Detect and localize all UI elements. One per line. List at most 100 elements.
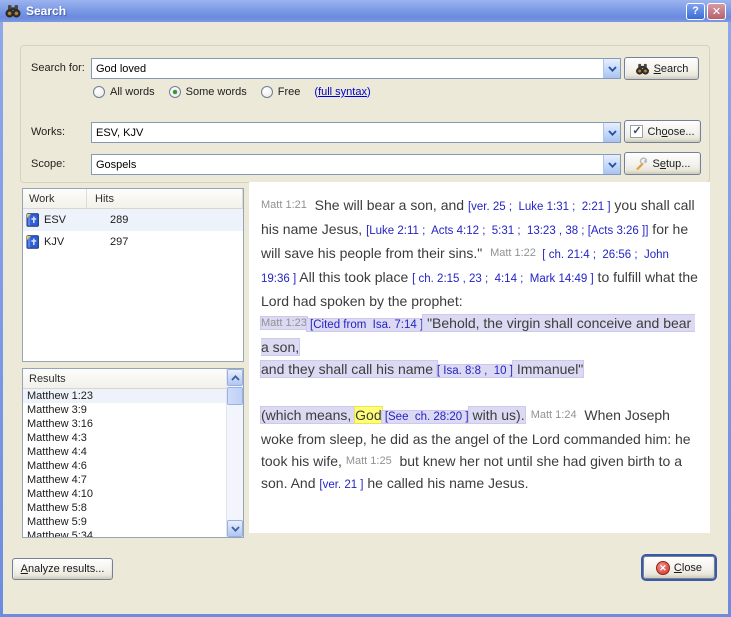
work-hits: 297 [84,236,128,248]
window-close-button[interactable]: ✕ [707,3,726,20]
list-item[interactable]: Matthew 4:3 [23,431,226,445]
search-mode-radios: All words Some words Free (full syntax) [93,86,371,98]
verse-label: Matt 1:22 [490,247,536,259]
table-row[interactable]: KJV297 [23,231,243,253]
hits-column-header: Hits [87,189,243,208]
search-for-label: Search for: [31,62,85,74]
scope-combobox [91,154,621,175]
work-name: ESV [44,214,84,226]
work-name: KJV [44,236,84,248]
scrollbar-thumb[interactable] [227,387,243,405]
list-item[interactable]: Matthew 1:23 [23,389,226,403]
list-item[interactable]: Matthew 4:10 [23,487,226,501]
cross-reference-link[interactable]: [ver. 25 ; Luke 1:31 ; 2:21 ] [468,201,611,213]
close-button-focus-ring: ✕ Close [641,554,717,581]
binoculars-icon [5,4,21,18]
bible-book-icon [26,213,40,227]
close-button[interactable]: ✕ Close [643,556,715,579]
cross-reference-link[interactable]: [ver. 21 ] [319,479,363,491]
results-list: Matthew 1:23Matthew 3:9Matthew 3:16Matth… [23,389,226,537]
works-table-body: ESV289KJV297 [23,209,243,253]
choose-works-button[interactable]: ✓ Choose... [624,120,701,143]
radio-all-words[interactable]: All words [93,86,155,98]
radio-label: Free [278,86,301,98]
verse-label: Matt 1:25 [346,455,392,467]
chevron-down-icon[interactable] [603,59,620,78]
list-item[interactable]: Matthew 5:34 [23,529,226,537]
search-hit-highlight: God [355,407,381,423]
verse-text: She will bear a son, and [307,197,468,213]
radio-circle-icon[interactable] [93,86,105,98]
results-header: Results [23,369,228,389]
search-term-combobox [91,58,621,79]
close-circle-icon: ✕ [656,561,670,575]
works-table-header: Work Hits [23,189,243,209]
results-scrollbar[interactable] [226,369,243,537]
help-button[interactable]: ? [686,3,705,20]
scroll-up-icon[interactable] [227,369,243,386]
full-syntax-link[interactable]: (full syntax) [314,86,370,98]
verse-label: Matt 1:23 [261,317,307,329]
list-item[interactable]: Matthew 4:7 [23,473,226,487]
wrench-icon [635,157,649,171]
scope-label: Scope: [31,158,65,170]
analyze-results-button[interactable]: Analyze results... [12,558,113,580]
works-combobox [91,122,621,143]
analyze-button-label: Analyze results... [21,563,105,575]
help-button-label: ? [692,5,699,17]
cross-reference-link[interactable]: [ ch. 2:15 , 23 ; 4:14 ; Mark 14:49 ] [412,273,594,285]
list-item[interactable]: Matthew 3:9 [23,403,226,417]
list-item[interactable]: Matthew 4:6 [23,459,226,473]
search-button[interactable]: Search [624,57,699,80]
verse-text: All this took place [296,269,412,285]
titlebar[interactable]: Search ? ✕ [0,0,731,22]
work-hits: 289 [84,214,128,226]
dialog-body: Search for: [3,22,728,614]
search-button-label: Search [654,63,689,75]
results-header-label: Results [29,373,66,385]
scope-setup-button[interactable]: Setup... [624,152,701,175]
list-item[interactable]: Matthew 5:8 [23,501,226,515]
list-item[interactable]: Matthew 3:16 [23,417,226,431]
radio-label: All words [110,86,155,98]
radio-circle-icon[interactable] [261,86,273,98]
cross-reference-link[interactable]: [ Isa. 8:8 , 10 ] [437,365,513,377]
radio-label: Some words [186,86,247,98]
binoculars-icon [635,63,650,75]
choose-button-label: Choose... [647,126,694,138]
verse-label: Matt 1:24 [525,409,577,421]
checkmark-icon: ✓ [630,125,643,138]
window-title: Search [26,4,66,18]
search-dialog: Search ? ✕ Search for: [0,0,731,617]
cross-reference-link[interactable]: [See ch. 28:20 ] [382,411,469,423]
bible-book-icon [26,235,40,249]
verse-text: Immanuel" [513,361,583,377]
verse-preview-pane[interactable]: Matt 1:21 She will bear a son, and [ver.… [249,182,710,533]
cross-reference-link[interactable]: [Cited from Isa. 7:14 ] [307,319,423,331]
verse-text: he called his name Jesus. [364,475,529,491]
search-form-group: Search for: [20,45,710,183]
works-hits-panel: Work Hits ESV289KJV297 [22,188,244,362]
cross-reference-link[interactable]: [Luke 2:11 ; Acts 4:12 ; 5:31 ; 13:23 , … [366,225,648,237]
list-item[interactable]: Matthew 5:9 [23,515,226,529]
scope-input[interactable] [92,155,603,174]
verse-label: Matt 1:21 [261,199,307,211]
works-label: Works: [31,126,65,138]
scroll-down-icon[interactable] [227,520,243,537]
works-input[interactable] [92,123,603,142]
close-icon: ✕ [712,5,721,18]
verse-text: and they shall call his name [261,361,437,377]
radio-circle-icon[interactable] [169,86,181,98]
verse-text: (which means, [261,407,355,423]
table-row[interactable]: ESV289 [23,209,243,231]
verse-text: with us). [469,407,525,423]
radio-free[interactable]: Free [261,86,301,98]
results-panel: Results Matthew 1:23Matthew 3:9Matthew 3… [22,368,244,538]
chevron-down-icon[interactable] [603,155,620,174]
list-item[interactable]: Matthew 4:4 [23,445,226,459]
work-column-header: Work [23,189,87,208]
radio-some-words[interactable]: Some words [169,86,247,98]
setup-button-label: Setup... [653,158,691,170]
chevron-down-icon[interactable] [603,123,620,142]
search-input[interactable] [92,59,603,78]
